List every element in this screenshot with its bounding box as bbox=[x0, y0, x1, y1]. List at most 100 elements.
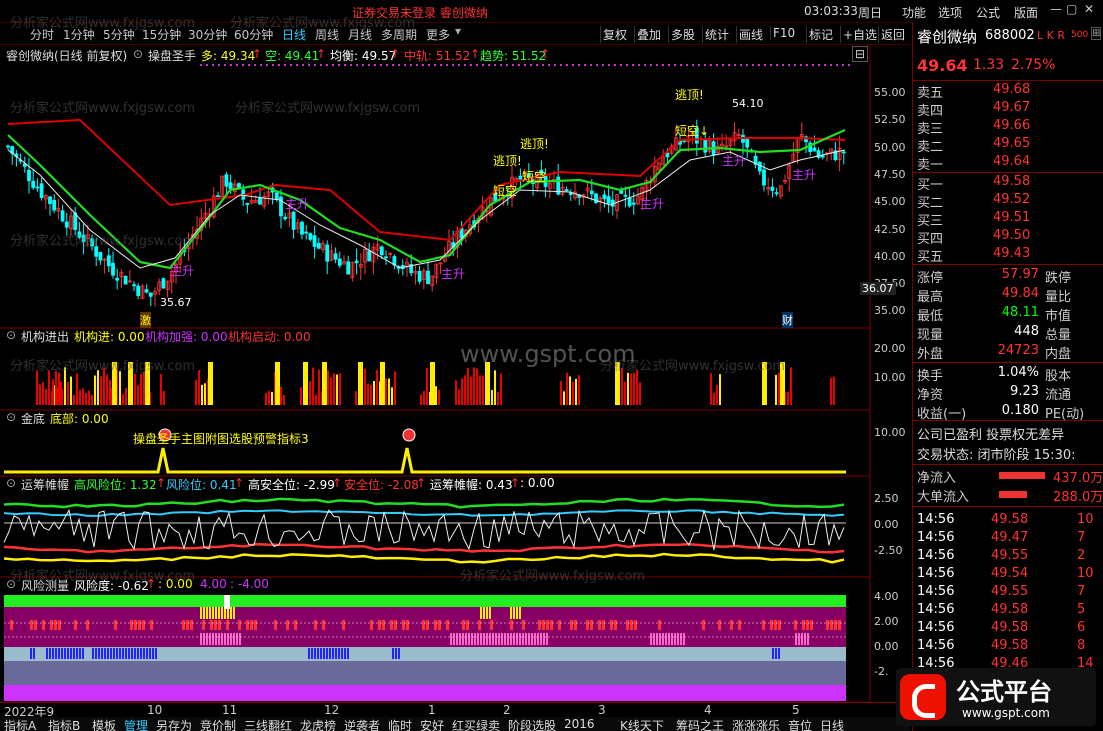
y-tick: 55.00 bbox=[874, 86, 906, 99]
tick-volume: 2 bbox=[1077, 548, 1086, 563]
formula-tab[interactable]: 管理 bbox=[124, 717, 148, 731]
formula-tab[interactable]: 模板 bbox=[92, 717, 116, 731]
formula-tab[interactable]: 音位 bbox=[788, 717, 812, 731]
bid-level-label: 买五 bbox=[917, 250, 944, 265]
risk-pink bbox=[653, 633, 655, 645]
formula-tab[interactable]: 涨涨涨乐 bbox=[732, 717, 780, 731]
signal-dot bbox=[608, 64, 610, 66]
bid-price[interactable]: 49.52 bbox=[993, 192, 1030, 207]
bid-price[interactable]: 49.51 bbox=[993, 210, 1030, 225]
close-icon[interactable]: ✕ bbox=[1084, 2, 1094, 16]
formula-tab[interactable]: 指标B bbox=[48, 717, 80, 731]
fengxian-d-value: : -4.00 bbox=[230, 577, 269, 591]
candle-body bbox=[606, 196, 611, 204]
minimize-icon[interactable]: — bbox=[1050, 2, 1062, 16]
formula-tab[interactable]: 三线翻红 bbox=[244, 717, 292, 731]
signal-dot bbox=[230, 64, 232, 66]
panel-yunchou-title[interactable]: 运筹帷幄 bbox=[21, 476, 69, 493]
formula-tab[interactable]: 2016 bbox=[564, 717, 595, 731]
candle-body bbox=[291, 211, 296, 230]
ask-price[interactable]: 49.66 bbox=[993, 118, 1030, 133]
bid-price[interactable]: 49.43 bbox=[993, 246, 1030, 261]
formula-tab[interactable]: 逆袭者 bbox=[344, 717, 380, 731]
ask-price[interactable]: 49.64 bbox=[993, 154, 1030, 169]
jigou-bar bbox=[119, 371, 121, 405]
tick-time: 14:56 bbox=[917, 638, 955, 653]
formula-tab[interactable]: 指标A bbox=[4, 717, 36, 731]
ask-price[interactable]: 49.65 bbox=[993, 136, 1030, 151]
signal-dot bbox=[266, 64, 268, 66]
jigou-bar bbox=[137, 385, 139, 405]
panel-jindi-title[interactable]: 金底 bbox=[21, 410, 45, 427]
risk-pink bbox=[525, 633, 527, 645]
x-tick: 2 bbox=[503, 703, 511, 717]
settings-icon[interactable]: ⊙ bbox=[6, 476, 16, 490]
expand-icon[interactable]: ⊞ bbox=[1091, 27, 1102, 40]
bid-price[interactable]: 49.58 bbox=[993, 174, 1030, 189]
jigou-bar bbox=[48, 370, 50, 405]
tick-time: 14:56 bbox=[917, 584, 955, 599]
jigou-bar bbox=[461, 378, 463, 405]
ask-level-label: 卖四 bbox=[917, 104, 944, 119]
x-tick: 4 bbox=[704, 703, 712, 717]
risk-tick bbox=[54, 620, 57, 630]
annotation-taoding: 逃顶! bbox=[493, 154, 522, 168]
formula-tab[interactable]: 龙虎榜 bbox=[300, 717, 336, 731]
candle-body bbox=[35, 186, 40, 189]
panel-fengxian-title[interactable]: 风险测量 bbox=[21, 577, 69, 594]
low-price-label: 35.67 bbox=[160, 296, 192, 309]
formula-tab[interactable]: 日线 bbox=[820, 717, 844, 731]
candle-body bbox=[136, 285, 141, 296]
formula-tab[interactable]: 另存为 bbox=[156, 717, 192, 731]
marker-cai[interactable]: 财 bbox=[782, 312, 793, 328]
menu-formula[interactable]: 公式 bbox=[976, 4, 1000, 21]
risk-pink bbox=[501, 633, 503, 645]
settings-icon[interactable]: ⊙ bbox=[6, 328, 16, 342]
formula-tab[interactable]: 竞价制 bbox=[200, 717, 236, 731]
formula-tab[interactable]: 安好 bbox=[420, 717, 444, 731]
risk-pink bbox=[534, 633, 536, 645]
jigou-bar bbox=[367, 383, 369, 405]
risk-tick bbox=[202, 620, 205, 630]
candle-body bbox=[762, 169, 766, 186]
signal-dot bbox=[428, 64, 430, 66]
candle-body bbox=[64, 221, 69, 228]
stat-label: 换手 bbox=[917, 369, 944, 384]
up-arrow-icon: ↑ bbox=[510, 476, 521, 490]
stat-label: 股本 bbox=[1045, 369, 1072, 384]
candle-body bbox=[379, 246, 384, 256]
candle-body bbox=[333, 253, 338, 260]
candle-body bbox=[745, 138, 750, 148]
risk-tick bbox=[370, 620, 373, 630]
menu-options[interactable]: 选项 bbox=[938, 4, 962, 21]
bid-level-label: 买四 bbox=[917, 232, 944, 247]
risk-pink bbox=[212, 633, 214, 645]
formula-tab[interactable]: K线天下 bbox=[620, 717, 664, 731]
restore-icon[interactable]: ▢ bbox=[1066, 2, 1077, 16]
jigou-bar bbox=[775, 374, 777, 405]
risk-tick bbox=[130, 620, 133, 630]
tick-price: 49.47 bbox=[991, 530, 1029, 545]
ask-price[interactable]: 49.68 bbox=[993, 82, 1030, 97]
bid-price[interactable]: 49.50 bbox=[993, 228, 1030, 243]
menu-layout[interactable]: 版面 bbox=[1014, 4, 1038, 21]
tick-price: 49.58 bbox=[991, 638, 1029, 653]
risk-blue bbox=[392, 648, 394, 659]
formula-tab[interactable]: 筹码之王 bbox=[676, 717, 724, 731]
signal-dot bbox=[686, 64, 688, 66]
risk-band-green bbox=[4, 595, 846, 607]
jigou-bar bbox=[473, 367, 475, 405]
formula-tab[interactable]: 临时 bbox=[388, 717, 412, 731]
jigou-bar bbox=[198, 370, 200, 405]
annotation-duankong: 短空 bbox=[493, 184, 518, 198]
panel-jigou-title[interactable]: 机构进出 bbox=[21, 328, 69, 345]
kline-chart[interactable] bbox=[0, 0, 910, 731]
ask-price[interactable]: 49.67 bbox=[993, 100, 1030, 115]
jigou-bar bbox=[330, 377, 332, 405]
formula-tab[interactable]: 阶段选股 bbox=[508, 717, 556, 731]
formula-tab[interactable]: 红买绿卖 bbox=[452, 717, 500, 731]
settings-icon[interactable]: ⊙ bbox=[6, 410, 16, 424]
marker-ji[interactable]: 激 bbox=[140, 312, 151, 328]
risk-pink bbox=[671, 633, 673, 645]
settings-icon[interactable]: ⊙ bbox=[6, 577, 16, 591]
